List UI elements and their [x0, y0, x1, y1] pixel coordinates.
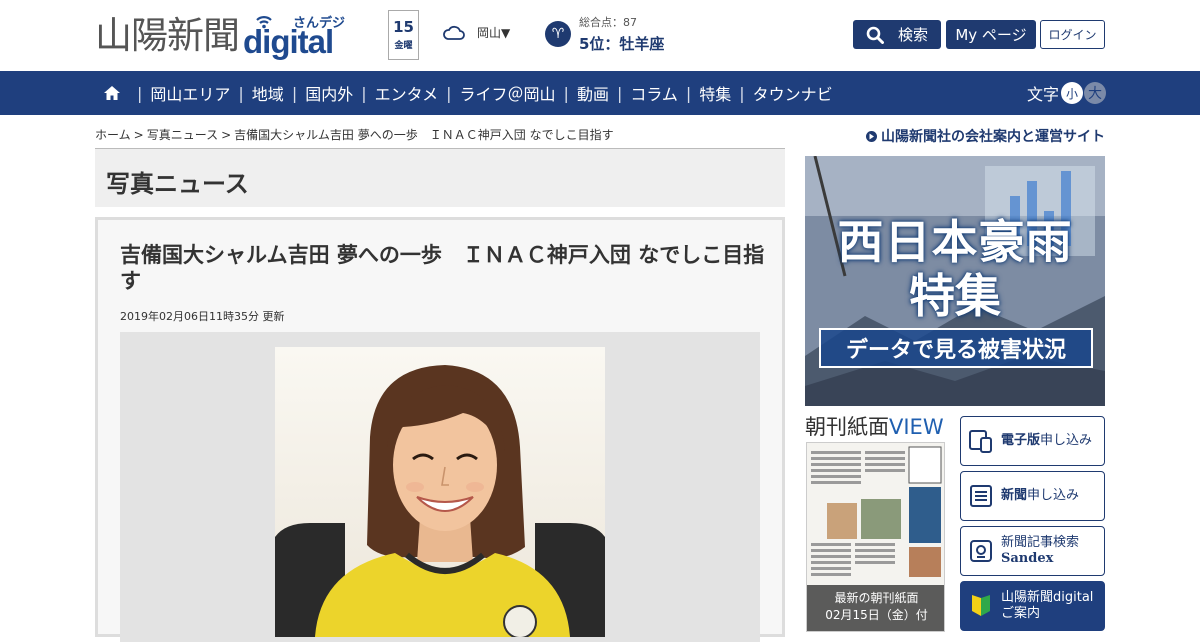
home-icon[interactable]: [103, 84, 121, 102]
nav-item-okayama-area[interactable]: 岡山エリア: [150, 81, 230, 105]
section-title: 写真ニュース: [106, 170, 249, 198]
company-info-link-label: 山陽新聞社の会社案内と運営サイト: [881, 129, 1105, 145]
weather-widget[interactable]: 岡山▼: [443, 24, 510, 41]
logo-digital-mark: さんデジ digital: [243, 12, 345, 60]
logo-kanji: 山陽新聞: [95, 14, 240, 57]
newspaper-icon: [970, 485, 992, 507]
nav-separator: |: [616, 83, 623, 103]
paper-caption: 最新の朝刊紙面 02月15日（金）付: [807, 585, 944, 631]
horoscope-score: 総合点：87: [579, 16, 637, 29]
top-header: 山陽新聞 さんデジ digital 15 金曜 岡山▼ ♈ 総合点：87 5位：…: [0, 0, 1200, 71]
digital-guide-line1: 山陽新聞digital: [1001, 590, 1094, 605]
portrait-illustration: [275, 347, 605, 637]
play-arrow-icon: [866, 130, 877, 142]
breadcrumb-home[interactable]: ホーム: [95, 128, 131, 142]
morning-paper-view-heading: 朝刊紙面VIEW: [805, 411, 944, 441]
nav-separator: |: [563, 83, 569, 103]
digital-guide-button[interactable]: 山陽新聞digital ご案内: [960, 581, 1105, 631]
horoscope-rank: 5位：牡羊座: [579, 35, 665, 53]
heavy-rain-special-banner[interactable]: 西日本豪雨 特集 データで見る被害状況: [805, 156, 1105, 406]
devices-icon: [969, 430, 992, 453]
aries-icon: ♈: [545, 21, 571, 47]
site-logo[interactable]: 山陽新聞 さんデジ digital: [95, 12, 345, 60]
nav-separator: |: [739, 83, 745, 103]
breadcrumb-current: 吉備国大シャルム吉田 夢への一歩 ＩＮＡＣ神戸入団 なでしこ目指す: [234, 128, 614, 142]
company-info-link[interactable]: 山陽新聞社の会社案内と運営サイト: [866, 126, 1105, 146]
nav-item-local[interactable]: 地域: [252, 81, 284, 105]
view-heading-suffix: VIEW: [889, 415, 944, 439]
nav-separator: |: [361, 83, 367, 103]
nav-item-entertainment[interactable]: エンタメ: [375, 81, 439, 105]
nav-item-townnavi[interactable]: タウンナビ: [753, 81, 833, 105]
nav-item-video[interactable]: 動画: [577, 81, 609, 105]
font-size-label: 文字: [1027, 85, 1060, 104]
newspaper-subscribe-button[interactable]: 新聞申し込み: [960, 471, 1105, 521]
article-photo-frame: [120, 332, 760, 642]
digital-subscribe-rest: 申し込み: [1040, 433, 1093, 448]
date-day: 15: [393, 18, 414, 36]
font-size-control: 文字 小 大: [1027, 71, 1107, 115]
article-search-line1: 新聞記事検索: [1001, 535, 1080, 550]
beginner-leaf-icon: [972, 595, 990, 616]
breadcrumb: ホーム > 写真ニュース > 吉備国大シャルム吉田 夢への一歩 ＩＮＡＣ神戸入団 なでし…: [95, 126, 614, 143]
nav-separator: |: [446, 83, 452, 103]
paper-caption-line2: 02月15日（金）付: [825, 608, 928, 622]
login-button[interactable]: ログイン: [1040, 20, 1105, 49]
article-title: 吉備国大シャルム吉田 夢への一歩 ＩＮＡＣ神戸入団 なでしこ目指す: [120, 243, 765, 293]
font-large-button[interactable]: 大: [1084, 82, 1107, 104]
breadcrumb-separator: >: [221, 128, 232, 142]
view-heading-prefix: 朝刊紙面: [805, 415, 889, 439]
digital-subscribe-bold: 電子版: [1001, 433, 1041, 448]
digital-subscribe-button[interactable]: 電子版申し込み: [960, 416, 1105, 466]
nav-item-national[interactable]: 国内外: [305, 81, 353, 105]
nav-separator: |: [137, 83, 143, 103]
font-small-button[interactable]: 小: [1061, 82, 1084, 104]
breadcrumb-section[interactable]: 写真ニュース: [147, 128, 218, 142]
weather-location-select[interactable]: 岡山▼: [477, 24, 510, 41]
morning-paper-thumbnail[interactable]: 最新の朝刊紙面 02月15日（金）付: [806, 442, 945, 632]
banner-title-line2: 特集: [909, 269, 1001, 323]
nav-separator: |: [685, 83, 692, 103]
date-badge: 15 金曜: [388, 10, 419, 60]
search-button-label: 検索: [897, 26, 928, 44]
mypage-button[interactable]: My ページ: [946, 20, 1036, 49]
nav-separator: |: [291, 83, 298, 103]
nav-item-life[interactable]: ライフ＠岡山: [460, 81, 556, 105]
banner-subtitle: データで見る被害状況: [819, 328, 1093, 368]
section-header: 写真ニュース: [95, 149, 785, 207]
logo-digital: digital: [243, 23, 334, 60]
database-search-icon: [970, 540, 992, 562]
date-weekday: 金曜: [394, 41, 413, 51]
nav-item-feature[interactable]: 特集: [699, 81, 731, 105]
newspaper-subscribe-bold: 新聞: [1001, 488, 1028, 503]
search-icon: [866, 26, 884, 44]
article-card: 吉備国大シャルム吉田 夢への一歩 ＩＮＡＣ神戸入団 なでしこ目指す 2019年0…: [95, 217, 785, 642]
article-photo[interactable]: [275, 347, 605, 637]
article-search-line2: Sandex: [1001, 551, 1054, 566]
article-updated: 2019年02月06日11時35分 更新: [120, 310, 285, 323]
breadcrumb-separator: >: [133, 128, 144, 142]
article-search-button[interactable]: 新聞記事検索 Sandex: [960, 526, 1105, 576]
main-nav: | 岡山エリア | 地域 | 国内外 | エンタメ | ライフ＠岡山 | 動画 …: [0, 71, 1200, 115]
newspaper-subscribe-rest: 申し込み: [1027, 488, 1080, 503]
horoscope-widget[interactable]: ♈ 総合点：87 5位：牡羊座: [545, 14, 664, 54]
search-button[interactable]: 検索: [853, 20, 941, 49]
digital-guide-line2: ご案内: [1001, 606, 1041, 621]
paper-caption-line1: 最新の朝刊紙面: [834, 591, 919, 605]
nav-item-column[interactable]: コラム: [630, 81, 678, 105]
nav-separator: |: [238, 83, 244, 103]
cloud-icon: [443, 25, 465, 40]
